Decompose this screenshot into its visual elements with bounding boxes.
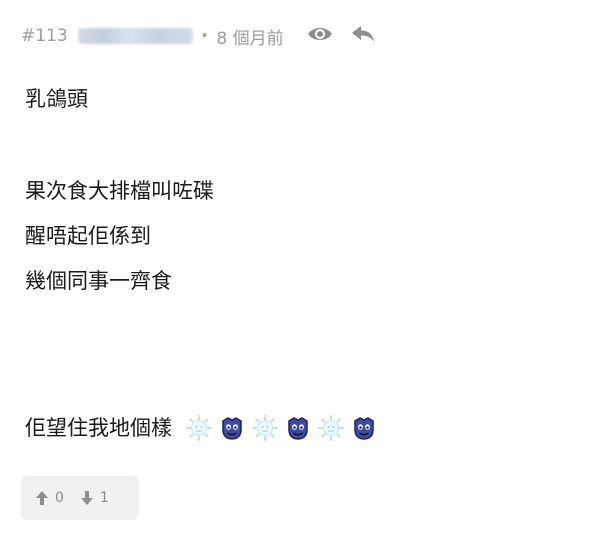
post-header: #113 • 8 個月前 [21,22,392,50]
post-time: 8 個月前 [216,28,284,49]
emoji-row [186,415,384,441]
blue-devil-face-icon [351,415,377,441]
content-line: 果次食大排檔叫咗碟 [25,179,214,203]
sun-face-icon [252,415,278,441]
reply-icon[interactable] [350,23,376,50]
blue-devil-face-icon [285,415,311,441]
post-number: #113 [21,26,68,46]
content-line: 幾個同事一齊食 [25,269,172,293]
sun-face-icon [318,415,344,441]
upvote-count: 0 [55,490,64,506]
downvote-count: 1 [99,490,109,506]
blue-devil-face-icon [219,415,245,441]
arrow-up-icon [36,491,48,505]
content-line: 醒唔起佢係到 [25,224,151,248]
separator-dot: • [200,28,209,44]
upvote-button[interactable]: 0 [35,490,64,506]
content-line-text: 佢望住我地個樣 [25,416,172,440]
vote-bar: 0 1 [21,476,139,520]
arrow-down-icon [80,491,93,505]
username-blurred[interactable] [77,28,193,44]
content-line: 乳鴿頭 [25,87,88,111]
content-line-with-emojis: 佢望住我地個樣 [25,413,384,443]
eye-icon[interactable] [306,24,334,49]
sun-face-icon [186,415,212,441]
downvote-button[interactable]: 1 [80,490,109,506]
